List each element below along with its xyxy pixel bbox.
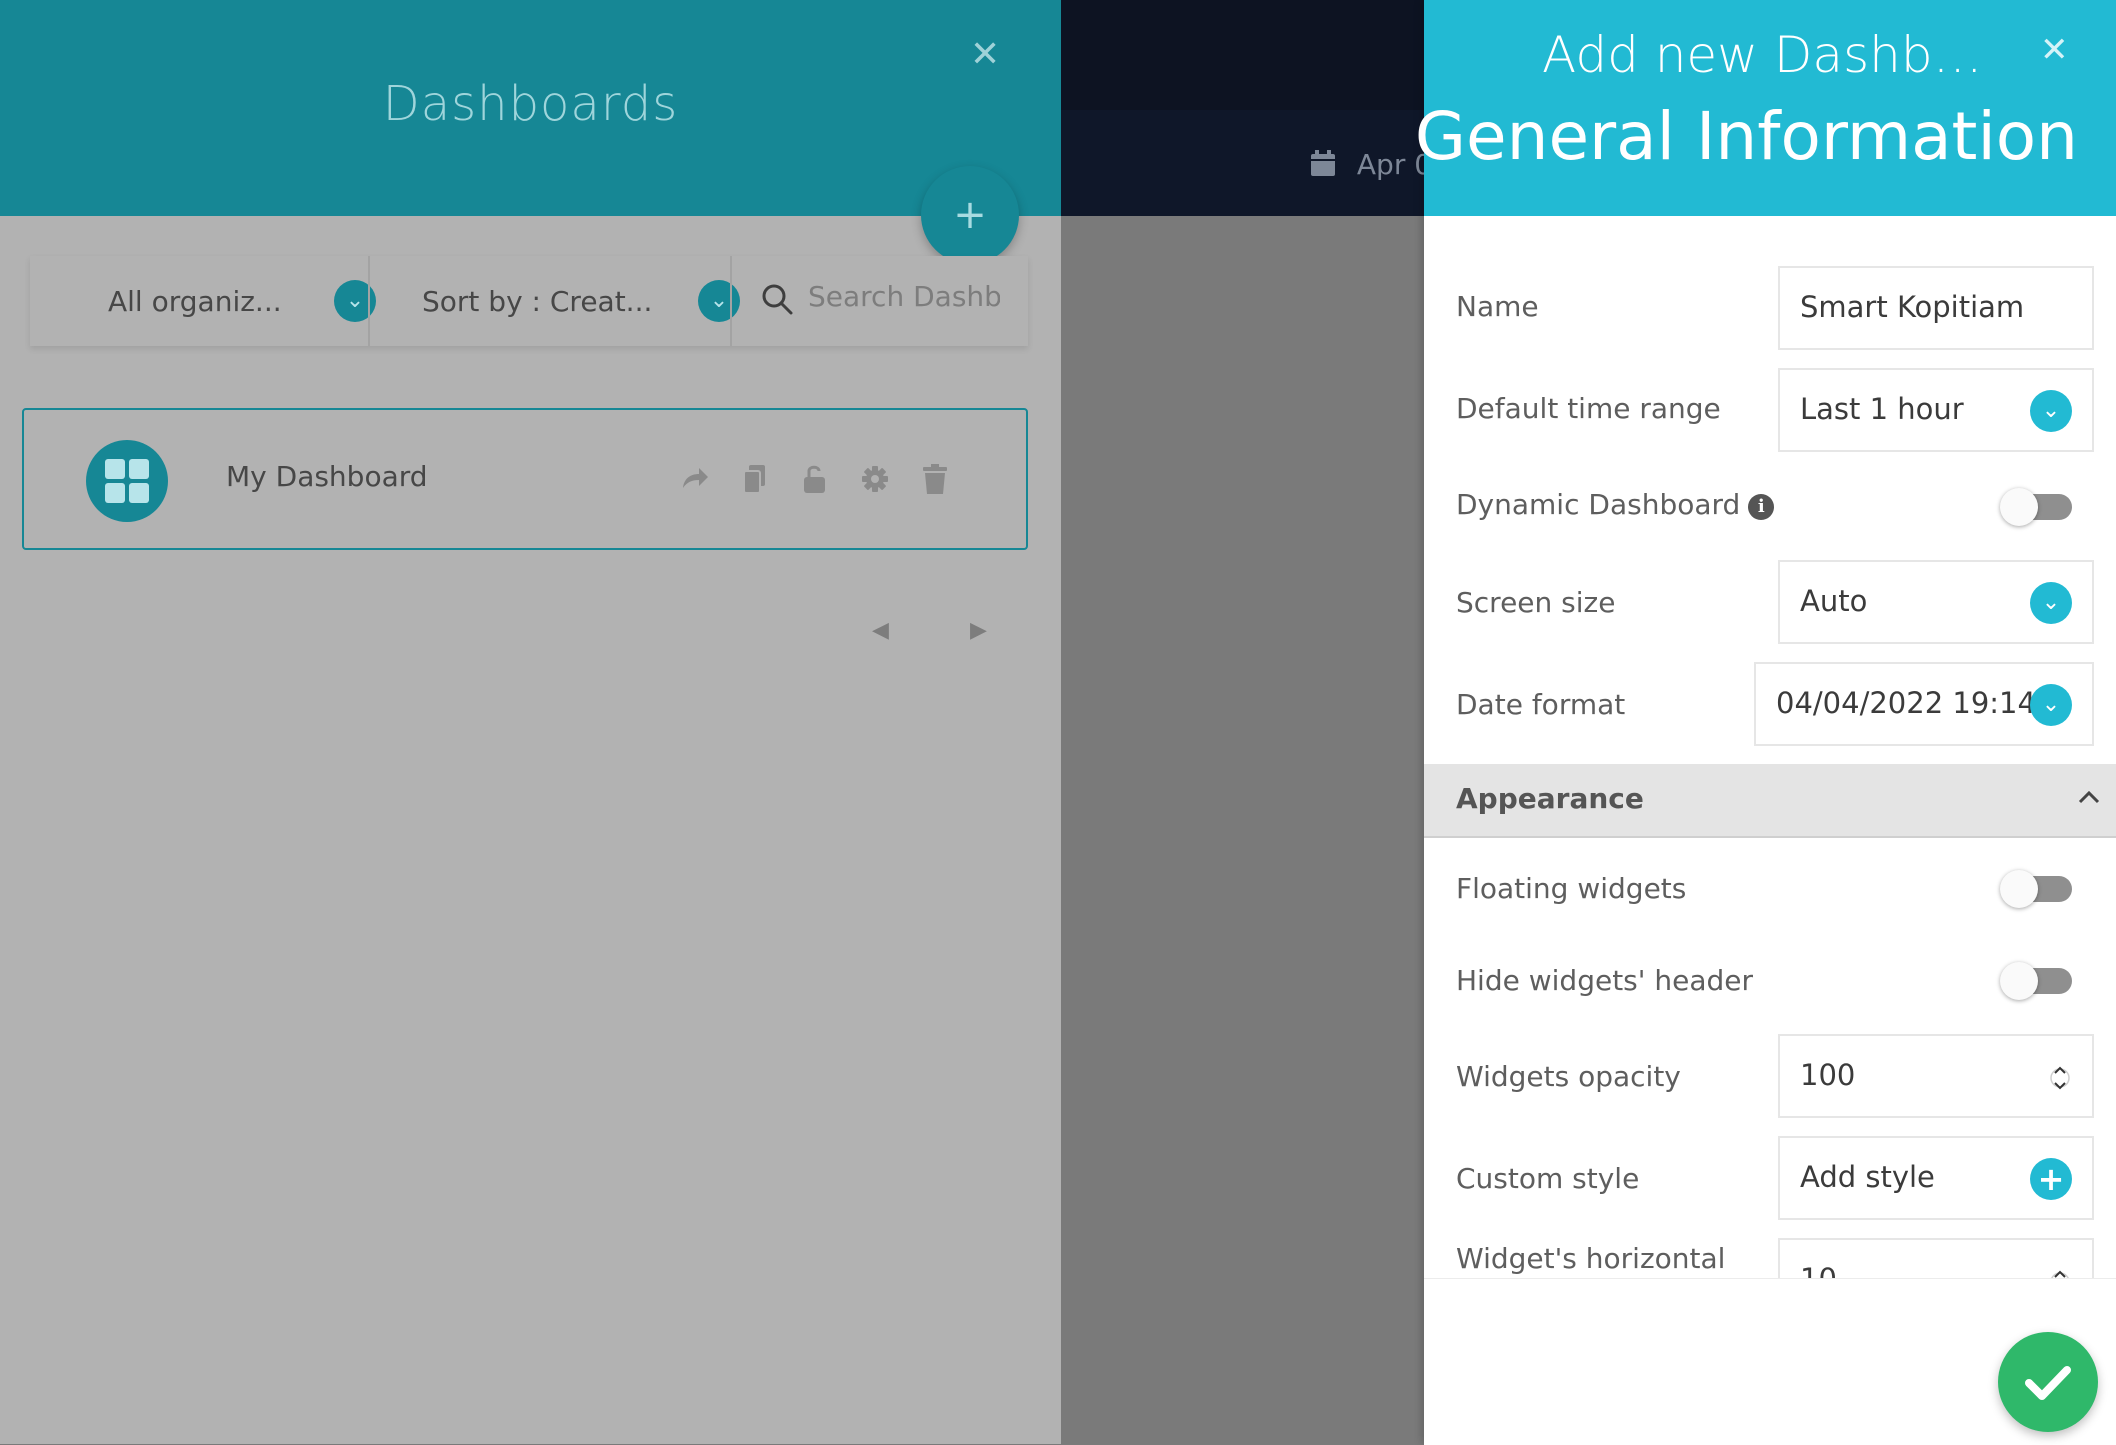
horizontal-input[interactable]: 10 <box>1778 1238 2094 1278</box>
info-icon[interactable]: i <box>1748 494 1775 520</box>
screen-size-value: Auto <box>1800 584 1868 618</box>
modal-title: Add new Dashboa... <box>1542 26 2012 84</box>
name-value: Smart Kopitiam <box>1800 290 2025 324</box>
organization-filter-label: All organiz... <box>108 284 282 318</box>
pagination-prev[interactable]: ◀ <box>872 618 889 643</box>
date-format-select[interactable]: 04/04/2022 19:14 ⌄ <box>1754 662 2094 746</box>
search-input[interactable]: Search Dashbo <box>808 280 1000 313</box>
add-dashboard-button[interactable]: + <box>921 166 1019 264</box>
search-icon <box>760 282 794 316</box>
dashboards-header: Dashboards ✕ <box>0 0 1061 216</box>
calendar-icon <box>1311 150 1335 176</box>
divider <box>368 256 370 346</box>
chevron-down-icon: ⌄ <box>2030 582 2072 624</box>
background-navbar <box>1061 0 1424 110</box>
panel-title: Dashboards <box>382 76 679 132</box>
dashboard-name[interactable]: My Dashboard <box>226 460 428 493</box>
chevron-down-icon: ⌄ <box>698 280 740 322</box>
hide-header-label: Hide widgets' header <box>1456 964 1753 997</box>
opacity-input[interactable]: 100 <box>1778 1034 2094 1118</box>
floating-widgets-toggle[interactable] <box>2000 870 2074 908</box>
check-icon <box>2025 1366 2071 1400</box>
chevron-down-icon: ⌄ <box>2030 684 2072 726</box>
date-format-value: 04/04/2022 19:14 <box>1776 686 2036 720</box>
copy-icon[interactable] <box>740 462 770 496</box>
scroll-clip: Widget's horizontal 10 <box>1424 1216 2116 1278</box>
pagination-next[interactable]: ▶ <box>970 618 987 643</box>
dashboards-panel: Dashboards ✕ + All organiz... ⌄ Sort by … <box>0 0 1061 1444</box>
toggle-knob <box>2000 962 2038 1000</box>
share-icon[interactable] <box>680 462 710 496</box>
time-range-value: Last 1 hour <box>1800 392 1964 426</box>
horizontal-label: Widget's horizontal <box>1456 1242 1726 1275</box>
trash-icon[interactable] <box>920 462 950 496</box>
name-label: Name <box>1456 290 1539 323</box>
dashboard-list-item[interactable]: My Dashboard <box>22 408 1028 550</box>
appearance-section-header[interactable]: Appearance <box>1424 764 2116 838</box>
number-stepper-icon[interactable] <box>2050 1262 2070 1278</box>
unlock-icon[interactable] <box>800 462 830 496</box>
horizontal-value: 10 <box>1800 1262 1837 1278</box>
modal-subtitle: General Information <box>1414 98 2078 175</box>
dynamic-dashboard-label: Dynamic Dashboard i <box>1456 488 1775 521</box>
screen-size-select[interactable]: Auto ⌄ <box>1778 560 2094 644</box>
custom-style-value: Add style <box>1800 1160 1935 1194</box>
dynamic-dashboard-toggle[interactable] <box>2000 488 2074 526</box>
time-range-label: Default time range <box>1456 392 1721 425</box>
dynamic-dashboard-text: Dynamic Dashboard <box>1456 488 1741 521</box>
toggle-knob <box>2000 870 2038 908</box>
chevron-down-icon: ⌄ <box>2030 390 2072 432</box>
sort-filter[interactable]: Sort by : Creat... ⌄ <box>422 256 742 346</box>
filter-bar: All organiz... ⌄ Sort by : Creat... ⌄ Se… <box>30 256 1028 346</box>
add-style-plus-icon[interactable]: + <box>2030 1158 2072 1200</box>
hide-header-toggle[interactable] <box>2000 962 2074 1000</box>
add-dashboard-modal: Add new Dashboa... ✕ General Information… <box>1415 0 2116 1445</box>
custom-style-label: Custom style <box>1456 1162 1640 1195</box>
sort-filter-label: Sort by : Creat... <box>422 284 653 318</box>
name-input[interactable]: Smart Kopitiam <box>1778 266 2094 350</box>
number-stepper-icon[interactable] <box>2050 1058 2070 1098</box>
organization-filter[interactable]: All organiz... ⌄ <box>108 256 378 346</box>
plus-icon: + <box>953 192 987 238</box>
opacity-label: Widgets opacity <box>1456 1060 1681 1093</box>
opacity-value: 100 <box>1800 1058 1856 1092</box>
background-overlay <box>1061 216 1424 1444</box>
custom-style-field[interactable]: Add style + <box>1778 1136 2094 1220</box>
toggle-knob <box>2000 488 2038 526</box>
appearance-title: Appearance <box>1456 782 1644 815</box>
gear-icon[interactable] <box>860 462 890 496</box>
confirm-button[interactable] <box>1998 1332 2098 1432</box>
date-format-label: Date format <box>1456 688 1626 721</box>
divider <box>730 256 732 346</box>
background-date-range: Apr 0 <box>1310 148 1432 181</box>
chevron-up-icon <box>2072 780 2106 814</box>
close-icon[interactable]: ✕ <box>970 34 1000 75</box>
grid-icon <box>86 440 168 522</box>
time-range-select[interactable]: Last 1 hour ⌄ <box>1778 368 2094 452</box>
close-icon[interactable]: ✕ <box>2040 30 2069 70</box>
modal-header: Add new Dashboa... ✕ General Information <box>1415 0 2116 216</box>
screen-size-label: Screen size <box>1456 586 1616 619</box>
floating-widgets-label: Floating widgets <box>1456 872 1687 905</box>
